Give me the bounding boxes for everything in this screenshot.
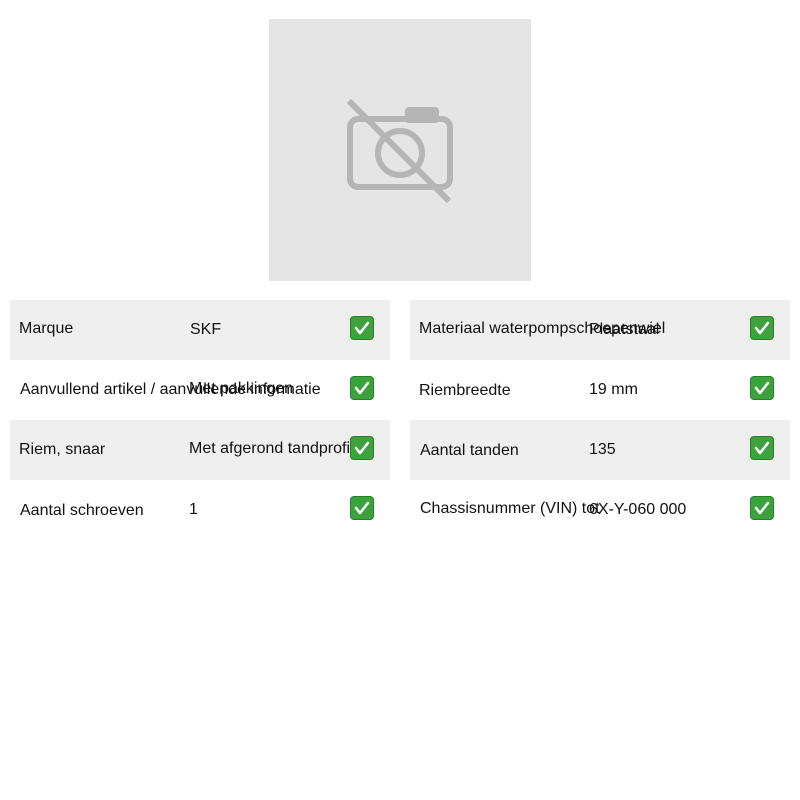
spec-row: Riem, snaar Met afgerond tandprofiel [10, 420, 390, 480]
spec-row: Riembreedte 19 mm [410, 360, 790, 420]
spec-row: Aanvullend artikel / aanvullende informa… [10, 360, 390, 420]
spec-value: 19 mm [589, 381, 638, 398]
spec-row: Marque SKF [10, 300, 390, 360]
spec-value: 6X-Y-060 000 [589, 501, 687, 518]
specs-table-right: Materiaal waterpompschoepenwiel Plaatsta… [410, 300, 790, 540]
check-icon [350, 496, 374, 520]
spec-value: Met afgerond tandprofiel [189, 440, 363, 457]
spec-row: Materiaal waterpompschoepenwiel Plaatsta… [410, 300, 790, 360]
spec-value: SKF [190, 321, 222, 338]
check-icon [750, 376, 774, 400]
spec-value: Met pakkingen [189, 380, 294, 397]
spec-label: Riembreedte [419, 382, 511, 399]
spec-value: 135 [589, 441, 616, 458]
check-icon [750, 436, 774, 460]
spec-label: Riem, snaar [19, 441, 106, 458]
spec-row: Aantal tanden 135 [410, 420, 790, 480]
check-icon [350, 316, 374, 340]
check-icon [350, 376, 374, 400]
camera-off-icon [347, 99, 453, 204]
check-icon [750, 316, 774, 340]
product-image-placeholder [269, 19, 531, 281]
spec-label: Aantal tanden [420, 442, 519, 459]
spec-row: Aantal schroeven 1 [10, 480, 390, 540]
check-icon [350, 436, 374, 460]
spec-row: Chassisnummer (VIN) tot 6X-Y-060 000 [410, 480, 790, 540]
specs-table-left: Marque SKF Aanvullend artikel / aanvulle… [10, 300, 390, 540]
spec-label: Marque [19, 320, 74, 337]
spec-label: Chassisnummer (VIN) tot [420, 500, 600, 517]
check-icon [750, 496, 774, 520]
spec-label: Aantal schroeven [20, 502, 144, 519]
spec-value: Plaatstaal [589, 321, 660, 338]
spec-value: 1 [189, 501, 198, 518]
